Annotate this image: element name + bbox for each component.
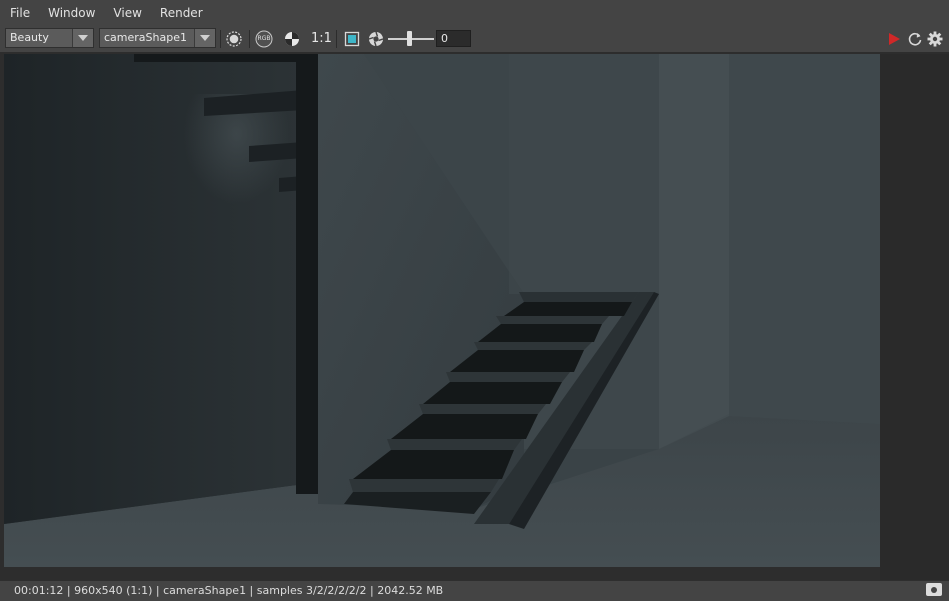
render-view[interactable] [4, 54, 880, 567]
status-bar: 00:01:12 | 960x540 (1:1) | cameraShape1 … [0, 580, 949, 601]
alpha-split-icon[interactable] [282, 29, 302, 49]
chevron-down-icon [72, 29, 93, 47]
toolbar-divider [220, 30, 221, 48]
menu-render[interactable]: Render [150, 0, 211, 26]
chevron-down-icon [194, 29, 215, 47]
region-icon[interactable] [342, 29, 362, 49]
rgb-label: RGB [257, 35, 271, 42]
aov-select[interactable]: Beauty [5, 28, 94, 48]
snapshot-camera-icon[interactable] [926, 583, 942, 596]
exposure-icon[interactable] [366, 29, 386, 49]
background-toggle-icon[interactable] [224, 29, 244, 49]
render-play-icon[interactable] [884, 29, 904, 49]
status-text: 00:01:12 | 960x540 (1:1) | cameraShape1 … [14, 584, 444, 597]
toolbar-divider [336, 30, 337, 48]
aov-select-value: Beauty [10, 31, 49, 44]
menu-view[interactable]: View [103, 0, 149, 26]
refresh-icon[interactable] [905, 29, 925, 49]
settings-gear-icon[interactable] [925, 29, 945, 49]
menu-window[interactable]: Window [38, 0, 103, 26]
camera-select-value: cameraShape1 [104, 31, 187, 44]
ratio-label[interactable]: 1:1 [311, 29, 332, 49]
rgb-channel-icon[interactable]: RGB [254, 29, 274, 49]
camera-select[interactable]: cameraShape1 [99, 28, 216, 48]
toolbar: Beauty cameraShape1 RGB 1:1 0 [0, 26, 949, 52]
render-image [4, 54, 880, 567]
toolbar-divider [249, 30, 250, 48]
exposure-slider-handle[interactable] [407, 31, 412, 46]
menu-file[interactable]: File [0, 0, 38, 26]
menu-bar: File Window View Render [0, 0, 949, 26]
exposure-input[interactable]: 0 [436, 30, 471, 47]
viewport-margin [880, 54, 949, 580]
